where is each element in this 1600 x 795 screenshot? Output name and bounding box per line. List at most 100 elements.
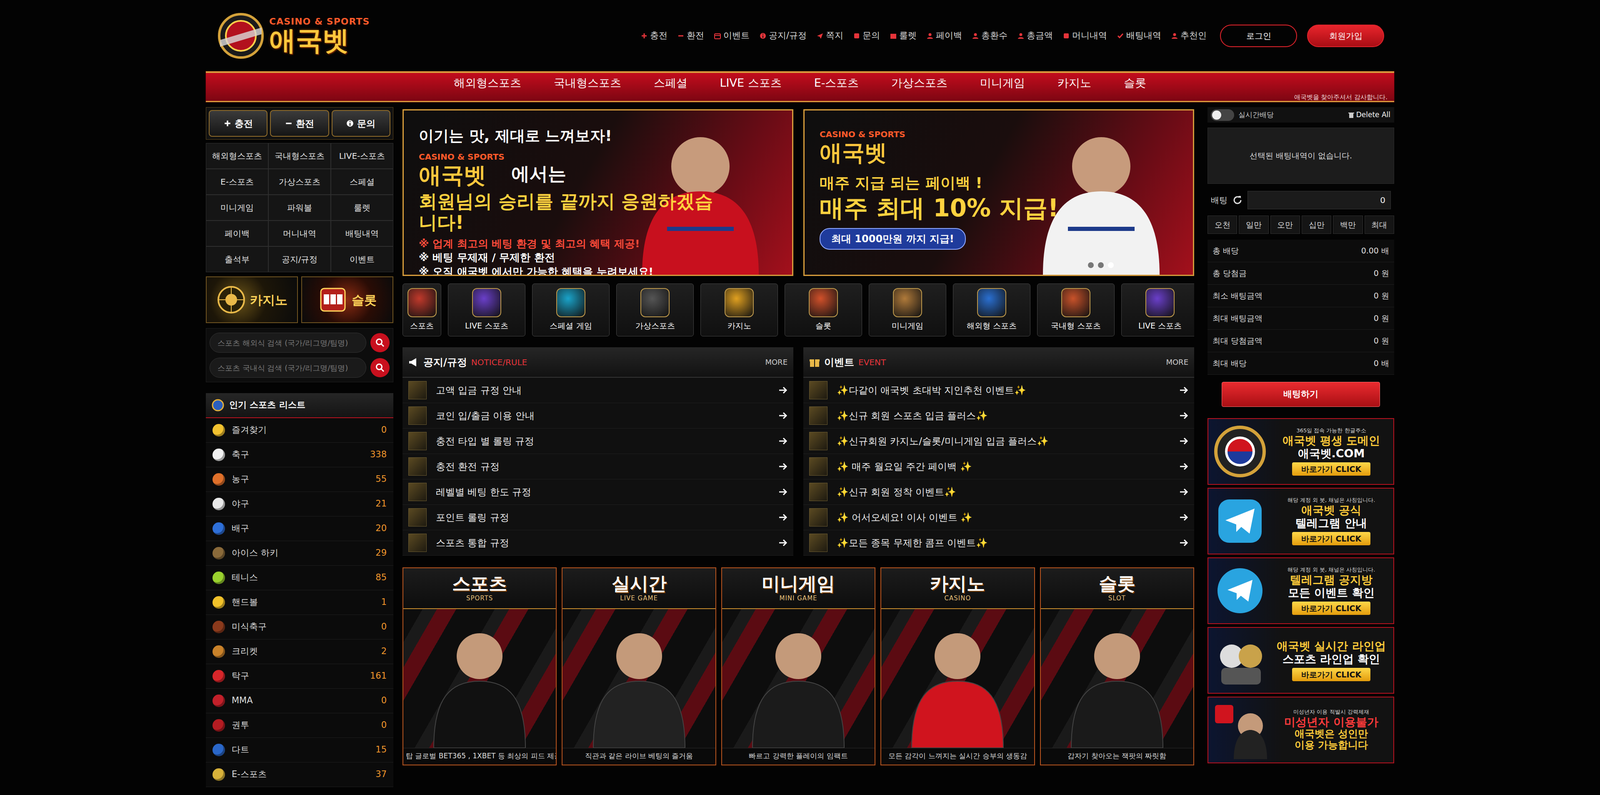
sport-row[interactable]: 테니스85: [205, 565, 394, 590]
category-tile[interactable]: 스페셜 게임: [532, 283, 610, 337]
amount-chip[interactable]: 최대: [1364, 215, 1395, 234]
promo-banner[interactable]: CASINO & SPORTS애국벳매주 지급 되는 페이백 !매주 최대 10…: [803, 109, 1195, 276]
category-tile[interactable]: 해외형 스포츠: [952, 283, 1031, 337]
more-link[interactable]: MORE: [765, 356, 788, 368]
category-tile[interactable]: 슬롯: [784, 283, 863, 337]
main-nav-item[interactable]: 가상스포츠: [891, 74, 948, 92]
search-input[interactable]: [209, 332, 367, 353]
side-banner-button[interactable]: 바로가기 CLICK: [1292, 462, 1371, 476]
top-link[interactable]: 문의: [853, 29, 880, 43]
sport-row[interactable]: 배구20: [205, 516, 394, 541]
category-tile[interactable]: 미니게임: [868, 283, 947, 337]
category-tile[interactable]: 국내형 스포츠: [1037, 283, 1115, 337]
top-link[interactable]: 머니내역: [1062, 29, 1108, 43]
sidebar-menu-item[interactable]: E-스포츠: [205, 168, 269, 195]
game-card[interactable]: 카지노CASINO모든 감각이 느껴지는 실시간 승부의 생동감: [880, 567, 1035, 765]
sidebar-menu-item[interactable]: 머니내역: [268, 220, 331, 247]
category-tile[interactable]: LIVE 스포츠: [1121, 283, 1195, 337]
main-nav-item[interactable]: LIVE 스포츠: [720, 74, 782, 92]
sport-row[interactable]: 축구338: [205, 442, 394, 468]
event-row[interactable]: ✨신규 회원 스포츠 입금 플러스✨: [803, 402, 1195, 429]
event-row[interactable]: ✨다같이 애국벳 초대박 지인추천 이벤트✨: [803, 377, 1195, 403]
notice-row[interactable]: 충전 타입 별 롤링 규정: [402, 428, 794, 454]
category-tile[interactable]: 스포츠: [402, 283, 442, 337]
side-banner[interactable]: 해당 계정 외 봇, 채널은 사칭입니다.애국벳 공식텔레그램 안내바로가기 C…: [1207, 487, 1395, 555]
refresh-icon[interactable]: [1232, 195, 1243, 205]
notice-row[interactable]: 충전 환전 규정: [402, 453, 794, 480]
event-row[interactable]: ✨신규 회원 정착 이벤트✨: [803, 479, 1195, 505]
event-row[interactable]: ✨ 어서오세요! 이사 이벤트 ✨: [803, 504, 1195, 530]
place-bet-button[interactable]: 배팅하기: [1221, 381, 1380, 407]
bet-amount-field[interactable]: 0: [1247, 190, 1391, 210]
sport-row[interactable]: 농구55: [205, 467, 394, 492]
notice-row[interactable]: 레벨별 베팅 한도 규정: [402, 479, 794, 505]
sidebar-menu-item[interactable]: 미니게임: [205, 194, 269, 221]
game-card[interactable]: 실시간LIVE GAME직관과 같은 라이브 베팅의 즐거움: [561, 567, 716, 765]
more-link[interactable]: MORE: [1165, 356, 1189, 368]
notice-row[interactable]: 스포츠 통합 규정: [402, 530, 794, 556]
sport-row[interactable]: E-스포츠37: [205, 762, 394, 787]
quick-button[interactable]: 문의: [331, 110, 391, 137]
main-nav-item[interactable]: 미니게임: [980, 74, 1025, 92]
sidebar-menu-item[interactable]: 파워볼: [268, 194, 331, 221]
sidebar-menu-item[interactable]: 가상스포츠: [268, 168, 331, 195]
sidebar-menu-item[interactable]: 이벤트: [330, 246, 394, 273]
main-nav-item[interactable]: 국내형스포츠: [553, 74, 622, 92]
sidebar-menu-item[interactable]: 배팅내역: [330, 220, 394, 247]
quick-button[interactable]: 환전: [270, 110, 329, 137]
top-link[interactable]: 쪽지: [816, 29, 844, 43]
amount-chip[interactable]: 백만: [1332, 215, 1363, 234]
search-input[interactable]: [209, 357, 367, 378]
logo[interactable]: CASINO & SPORTS애국벳: [215, 10, 370, 61]
side-banner[interactable]: 애국벳 실시간 라인업스포츠 라인업 확인바로가기 CLICK: [1207, 626, 1395, 694]
signup-button[interactable]: 회원가입: [1307, 24, 1385, 48]
main-nav-item[interactable]: 카지노: [1057, 74, 1092, 92]
side-banner[interactable]: 365일 접속 가능한 한글주소애국벳 평생 도메인애국벳.COM바로가기 CL…: [1207, 417, 1395, 485]
notice-row[interactable]: 포인트 롤링 규정: [402, 504, 794, 530]
delete-all-button[interactable]: Delete All: [1347, 109, 1391, 121]
category-tile[interactable]: LIVE 스포츠: [447, 283, 526, 337]
sport-row[interactable]: 아이스 하키29: [205, 540, 394, 566]
promo-banner[interactable]: 이기는 맛, 제대로 느껴보자!CASINO & SPORTS애국벳에서는회원님…: [402, 109, 794, 276]
category-tile[interactable]: 카지노: [700, 283, 778, 337]
top-link[interactable]: 충전: [640, 29, 668, 43]
sport-row[interactable]: 핸드볼1: [205, 590, 394, 615]
sport-row[interactable]: 크리켓2: [205, 639, 394, 664]
top-link[interactable]: 환전: [677, 29, 705, 43]
sport-row[interactable]: 다트15: [205, 737, 394, 763]
game-card[interactable]: 미니게임MINI GAME빠르고 강력한 플레이의 임팩트: [721, 567, 876, 765]
login-button[interactable]: 로그인: [1220, 24, 1298, 48]
side-banner[interactable]: 해당 계정 외 봇, 채널은 사칭입니다.텔레그램 공지방모든 이벤트 확인바로…: [1207, 557, 1395, 624]
top-link[interactable]: 이벤트: [714, 29, 750, 43]
sport-row[interactable]: 야구21: [205, 491, 394, 517]
live-odds-switch[interactable]: [1210, 109, 1235, 121]
sidebar-menu-item[interactable]: 스페셜: [330, 168, 394, 195]
game-card[interactable]: 슬롯SLOT갑자기 찾아오는 잭팟의 짜릿함: [1040, 567, 1195, 765]
game-tile[interactable]: 슬롯: [301, 276, 394, 323]
sport-row[interactable]: 탁구161: [205, 663, 394, 689]
carousel-dot[interactable]: [1097, 262, 1104, 268]
side-banner-button[interactable]: 바로가기 CLICK: [1292, 531, 1371, 546]
sport-row[interactable]: 권투0: [205, 712, 394, 738]
event-row[interactable]: ✨ 매주 월요일 주간 페이백 ✨: [803, 453, 1195, 480]
sidebar-menu-item[interactable]: LIVE-스포츠: [330, 142, 394, 169]
sidebar-menu-item[interactable]: 국내형스포츠: [268, 142, 331, 169]
top-link[interactable]: 룰렛: [890, 29, 917, 43]
main-nav-item[interactable]: 해외형스포츠: [453, 74, 522, 92]
side-banner[interactable]: 미성년자 이용 적발시 강력제재미성년자 이용불가애국벳은 성인만이용 가능합니…: [1207, 696, 1395, 763]
top-link[interactable]: 페이백: [926, 29, 963, 43]
notice-row[interactable]: 고액 입금 규정 안내: [402, 377, 794, 403]
main-nav-item[interactable]: 슬롯: [1123, 74, 1147, 92]
amount-chip[interactable]: 십만: [1301, 215, 1332, 234]
sidebar-menu-item[interactable]: 공지/규정: [268, 246, 331, 273]
sidebar-menu-item[interactable]: 페이백: [205, 220, 269, 247]
game-tile[interactable]: 카지노: [205, 276, 298, 323]
top-link[interactable]: 배팅내역: [1117, 29, 1162, 43]
sidebar-menu-item[interactable]: 출석부: [205, 246, 269, 273]
category-tile[interactable]: 가상스포츠: [616, 283, 694, 337]
top-link[interactable]: 추천인: [1171, 29, 1207, 43]
event-row[interactable]: ✨신규회원 카지노/슬롯/미니게임 입금 플러스✨: [803, 428, 1195, 454]
side-banner-button[interactable]: 바로가기 CLICK: [1292, 601, 1371, 615]
quick-button[interactable]: 충전: [208, 110, 268, 137]
event-row[interactable]: ✨모든 종목 무제한 콤프 이벤트✨: [803, 530, 1195, 556]
